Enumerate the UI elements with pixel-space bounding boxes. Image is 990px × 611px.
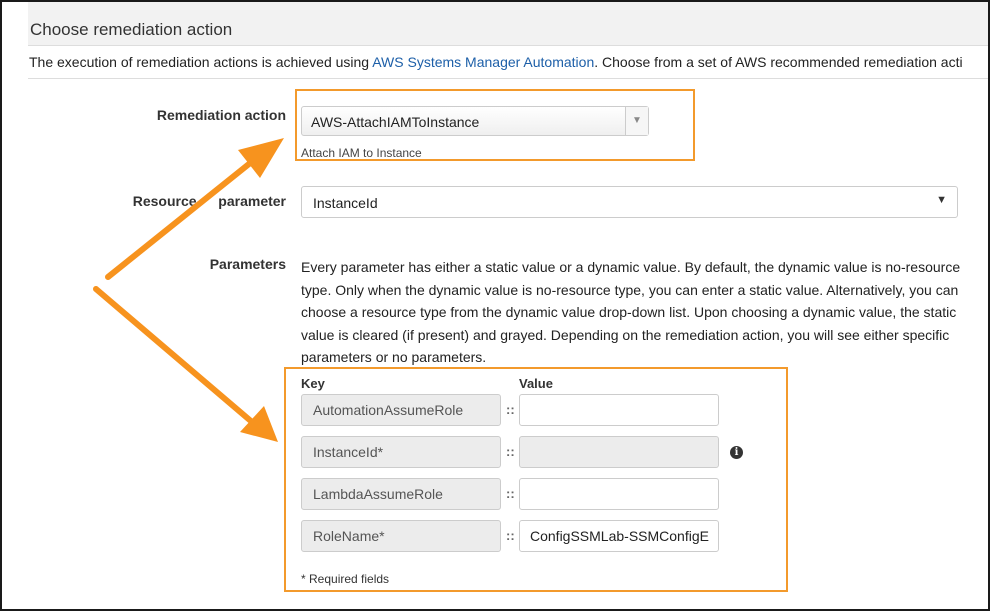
- remediation-panel: Choose remediation action The execution …: [0, 0, 990, 611]
- arrow-to-action: [105, 138, 284, 280]
- arrow-to-parameters: [93, 286, 278, 442]
- annotation-arrows: [93, 138, 284, 442]
